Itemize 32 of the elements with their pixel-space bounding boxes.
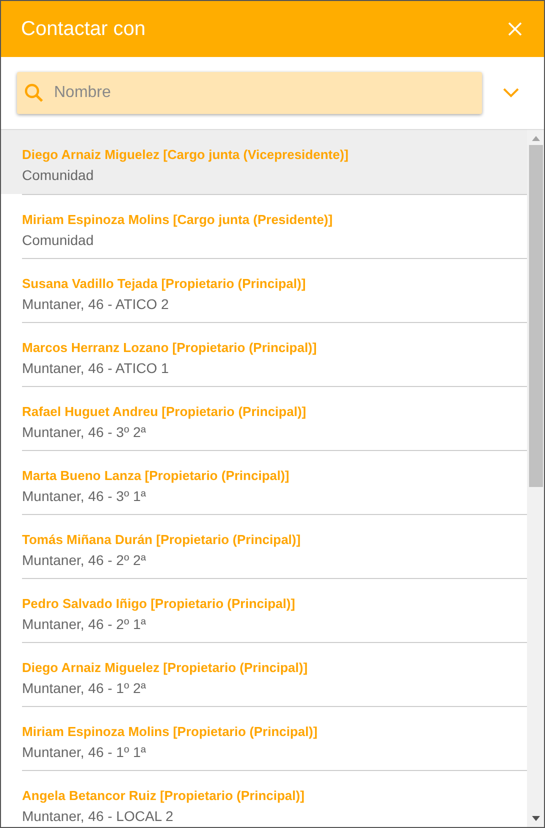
contact-name: Marcos Herranz Lozano [Propietario (Principal)] — [22, 340, 318, 356]
contact-name: Miriam Espinoza Molins [Cargo junta (Presidente)] — [22, 212, 334, 228]
contact-detail: Muntaner, 46 - 1º 1ª — [22, 743, 147, 761]
contact-detail: Muntaner, 46 - 3º 2ª — [22, 423, 147, 441]
contact-detail: Muntaner, 46 - 3º 1ª — [22, 487, 147, 505]
contact-name: Angela Betancor Ruiz [Propietario (Principal)] — [22, 788, 306, 804]
scroll-up-icon — [532, 136, 540, 141]
contact-detail: Muntaner, 46 - LOCAL 2 — [22, 807, 174, 825]
contact-detail: Muntaner, 46 - 1º 2ª — [22, 679, 147, 697]
contact-detail: Comunidad — [22, 231, 95, 249]
contact-detail: Muntaner, 46 - 2º 2ª — [22, 551, 147, 569]
scroll-down-icon — [532, 816, 540, 821]
scrollbar[interactable] — [527, 130, 544, 827]
contact-name: Tomás Miñana Durán [Propietario (Principal)] — [22, 532, 302, 548]
dialog-title: Contactar con — [21, 17, 146, 42]
contact-name: Marta Bueno Lanza [Propietario (Principal)] — [22, 468, 290, 484]
contact-name: Diego Arnaiz Miguelez [Propietario (Principal)] — [22, 660, 309, 676]
contact-name: Diego Arnaiz Miguelez [Cargo junta (Vicepresidente)] — [22, 147, 350, 163]
close-icon — [508, 22, 522, 36]
contact-name: Susana Vadillo Tejada [Propietario (Principal)] — [22, 276, 307, 292]
contact-detail: Comunidad — [22, 166, 95, 184]
contact-name: Rafael Huguet Andreu [Propietario (Principal)] — [22, 404, 308, 420]
contact-detail: Muntaner, 46 - ATICO 2 — [22, 295, 170, 313]
contact-name: Miriam Espinoza Molins [Propietario (Principal)] — [22, 724, 318, 740]
search-icon — [24, 83, 44, 103]
scrollbar-thumb[interactable] — [528, 145, 542, 487]
contact-name: Pedro Salvado Iñigo [Propietario (Principal)] — [22, 596, 296, 612]
contact-item[interactable]: Diego Arnaiz Miguelez [Cargo junta (Vicepresidente)] Comunidad — [1, 130, 527, 194]
chevron-down-icon — [503, 88, 519, 98]
contact-detail: Muntaner, 46 - 2º 1ª — [22, 615, 147, 633]
search-field[interactable]: Nombre — [17, 72, 482, 114]
contact-detail: Muntaner, 46 - ATICO 1 — [22, 359, 170, 377]
